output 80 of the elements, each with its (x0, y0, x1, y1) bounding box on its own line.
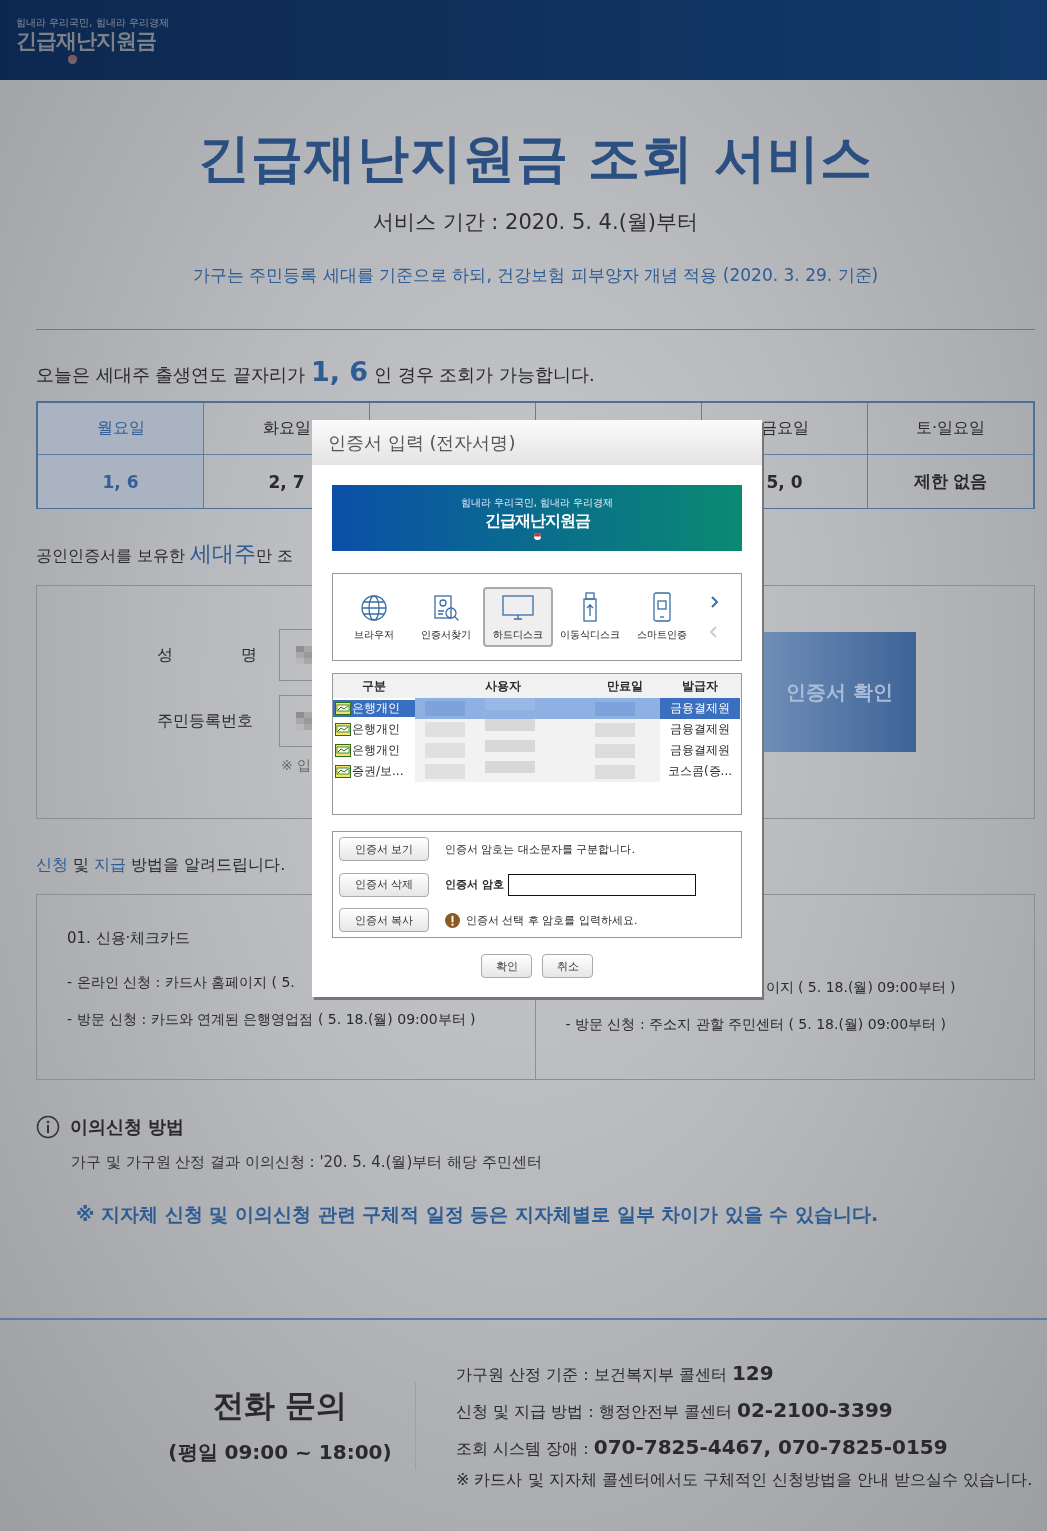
input-hint: ※ 입 (281, 757, 312, 775)
certificate-row[interactable]: 은행개인 금융결제원 (333, 719, 741, 740)
certificate-issuer: 금융결제원 (669, 742, 731, 759)
password-field[interactable] (507, 873, 696, 896)
confirm-button[interactable]: 확인 (481, 954, 532, 978)
column-header: 만료일 (606, 677, 644, 695)
today-notice: 오늘은 세대주 출생연도 끝자리가 1, 6 인 경우 조회가 가능합니다. (36, 356, 595, 387)
method-line: 이지 ( 5. 18.(월) 09:00부터 ) (765, 979, 956, 997)
field-label: 성 명 (157, 644, 257, 666)
emblem-icon (533, 533, 541, 540)
certificate-row[interactable]: 은행개인 금융결제원 (333, 698, 741, 719)
certificate-search-icon (432, 594, 460, 622)
birth-digits: 2, 7 (268, 471, 305, 492)
delete-certificate-button[interactable]: 인증서 삭제 (339, 872, 429, 897)
phone-icon (652, 592, 672, 622)
certificate-row[interactable]: 은행개인 금융결제원 (333, 740, 741, 761)
method-line: - 방문 신청 : 주소지 관할 주민센터 ( 5. 18.(월) 09:00부터 ) (565, 1016, 947, 1034)
logo-title: 긴급재난지원금 (16, 29, 156, 54)
certificate-type: 은행개인 (333, 700, 415, 717)
footer-title: 전화 문의 (211, 1386, 349, 1425)
objection-title: 이의신청 방법 (70, 1115, 185, 1139)
banner-logo: 긴급재난지원금 (484, 511, 590, 532)
contact-line: 가구원 산정 기준 : 보건복지부 콜센터 129 (456, 1360, 775, 1386)
cancel-button[interactable]: 취소 (542, 954, 593, 978)
warning-text: 인증서 선택 후 암호를 입력하세요. (466, 912, 638, 928)
birth-digits: 1, 6 (102, 471, 139, 492)
column-header: 구분 (361, 677, 387, 695)
location-tab[interactable]: 인증서찾기 (411, 587, 481, 647)
contact-line: 신청 및 지급 방법 : 행정안전부 콜센터 02-2100-3399 (456, 1397, 894, 1423)
certificate-icon (335, 723, 351, 736)
service-period: 서비스 기간 : 2020. 5. 4.(월)부터 (372, 209, 699, 236)
certificate-icon (335, 744, 351, 757)
method-line: - 온라인 신청 : 카드사 홈페이지 ( 5. (67, 974, 295, 992)
method-line: - 방문 신청 : 카드와 연계된 은행영업점 ( 5. 18.(월) 09:00부터 ) (67, 1011, 476, 1029)
location-tab[interactable]: 이동식디스크 (555, 587, 625, 647)
password-label: 인증서 암호 (445, 877, 504, 892)
certificate-type: 은행개인 (333, 742, 415, 759)
emblem-icon (68, 55, 77, 65)
warning-icon (445, 912, 460, 928)
weekday-label: 화요일 (262, 418, 311, 439)
methods-heading: 신청 및 지급 방법을 알려드립니다. (36, 855, 286, 876)
footer-note: ※ 카드사 및 지자체 콜센터에서도 구체적인 신청방법을 안내 받으실수 있습니다. (456, 1469, 1033, 1491)
certificate-notice: 공인인증서를 보유한 세대주만 조 (36, 540, 294, 568)
location-tab[interactable]: 스마트인증 (627, 587, 697, 647)
field-label: 주민등록번호 (157, 710, 254, 732)
household-notice: 가구는 주민등록 세대를 기준으로 하되, 건강보험 피부양자 개념 적용 (2020. 3. 29. 기준) (191, 264, 880, 287)
column-header: 사용자 (483, 677, 522, 695)
schedule-notice: ※ 지자체 신청 및 이의신청 관련 구체적 일정 등은 지자체별로 일부 차이가 있을 수 있습니다. (76, 1202, 880, 1227)
birth-digits: 제한 없음 (913, 470, 988, 493)
contact-line: 조회 시스템 장애 : 070-7825-4467, 070-7825-0159 (456, 1434, 949, 1460)
column-header: 발급자 (681, 677, 719, 695)
dialog-title: 인증서 입력 (전자서명) (312, 420, 762, 465)
certificate-type: 은행개인 (333, 721, 415, 738)
certificate-row[interactable]: 증권/보... 코스콤(증... (333, 761, 741, 782)
usb-drive-icon (582, 592, 598, 622)
birth-digits: 5, 0 (766, 471, 803, 492)
certificate-icon (335, 765, 351, 778)
info-icon (36, 1115, 60, 1139)
location-tab[interactable]: 하드디스크 (483, 587, 553, 647)
weekday-label: 월요일 (96, 418, 145, 439)
objection-text: 가구 및 가구원 산정 결과 이의신청 : '20. 5. 4.(월)부터 해당 주민센터 (71, 1153, 543, 1172)
footer-hours: (평일 09:00 ~ 18:00) (167, 1439, 393, 1466)
certificate-issuer: 코스콤(증... (666, 763, 734, 780)
certificate-icon (335, 702, 351, 715)
certificate-issuer: 금융결제원 (660, 698, 740, 719)
page-title: 긴급재난지원금 조회 서비스 (197, 127, 874, 190)
certificate-issuer: 금융결제원 (669, 721, 731, 738)
case-note: 인증서 암호는 대소문자를 구분합니다. (445, 841, 635, 857)
method-title: 01. 신용·체크카드 (67, 929, 191, 948)
certificate-type: 증권/보... (333, 763, 415, 780)
globe-icon (360, 594, 388, 622)
copy-certificate-button[interactable]: 인증서 복사 (339, 908, 429, 932)
weekday-label: 토·일요일 (915, 418, 986, 439)
logo-slogan: 힘내라 우리국민, 힘내라 우리경제 (16, 15, 169, 30)
view-certificate-button[interactable]: 인증서 보기 (339, 837, 429, 861)
banner-slogan: 힘내라 우리국민, 힘내라 우리경제 (460, 496, 614, 510)
location-tab[interactable]: 브라우저 (339, 587, 409, 647)
monitor-icon (501, 594, 535, 622)
weekday-label: 금요일 (760, 418, 809, 439)
next-icon[interactable] (709, 596, 719, 608)
